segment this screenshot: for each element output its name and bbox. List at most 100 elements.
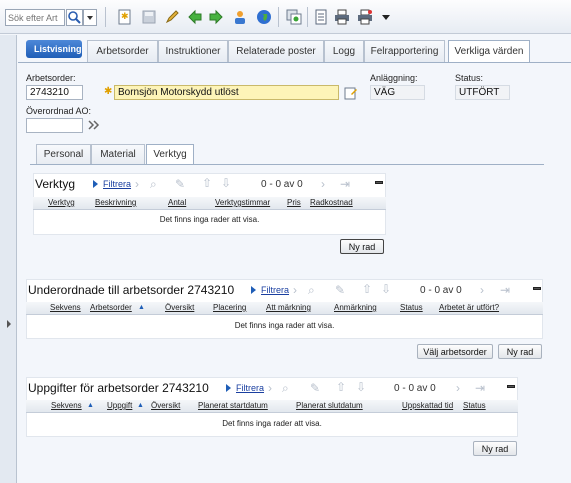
print-icon[interactable] xyxy=(334,9,350,25)
sort-ascending-icon: ▲ xyxy=(138,304,145,311)
tools-table-header: Verktyg Beskrivning Antal Verktygstimmar… xyxy=(33,197,386,210)
column-overview[interactable]: Översikt xyxy=(165,303,194,312)
column-tool[interactable]: Verktyg xyxy=(48,198,75,207)
sort-ascending-icon: ▲ xyxy=(137,402,144,409)
status-label: Status: xyxy=(455,73,484,83)
save-icon[interactable] xyxy=(141,9,157,25)
tools-new-row-button[interactable]: Ny rad xyxy=(340,239,384,254)
column-work-completed[interactable]: Arbetet är utfört? xyxy=(439,303,499,312)
globe-icon[interactable] xyxy=(256,9,272,25)
detail-menu-chevron-icon[interactable] xyxy=(88,119,100,131)
copy-icon[interactable] xyxy=(286,9,302,25)
parent-wo-label: Överordnad AO: xyxy=(26,106,92,116)
column-sequence[interactable]: Sekvens xyxy=(51,401,82,410)
column-line-cost[interactable]: Radkostnad xyxy=(310,198,353,207)
toolbar-separator xyxy=(307,7,308,27)
tasks-empty-message: Det finns inga rader att visa. xyxy=(222,419,322,428)
tools-filter-link[interactable]: Filtrera xyxy=(103,179,131,189)
search-options-dropdown[interactable] xyxy=(83,9,97,26)
tab-divider xyxy=(18,62,571,63)
tasks-filter-link[interactable]: Filtrera xyxy=(236,383,264,393)
column-quantity[interactable]: Antal xyxy=(168,198,186,207)
tab-work-order[interactable]: Arbetsorder xyxy=(87,40,158,62)
asset-label: Anläggning: xyxy=(370,73,418,83)
child-work-orders-table-header: Sekvens Arbetsorder ▲ Översikt Placering… xyxy=(26,302,543,315)
search-icon: ⌕ xyxy=(282,381,289,395)
minimize-panel-icon[interactable] xyxy=(533,287,541,290)
new-record-icon[interactable]: ✱ xyxy=(117,9,133,25)
previous-page-icon: ⇩ xyxy=(221,176,232,190)
tab-failure-reporting[interactable]: Felrapportering xyxy=(364,40,445,62)
document-icon[interactable] xyxy=(313,9,329,25)
child-work-orders-empty-message: Det finns inga rader att visa. xyxy=(234,321,335,330)
child-work-orders-new-row-button[interactable]: Ny rad xyxy=(498,344,542,359)
column-sequence[interactable]: Sekvens xyxy=(50,303,81,312)
search-icon: ⌕ xyxy=(150,177,157,191)
select-work-order-button[interactable]: Välj arbetsorder xyxy=(417,344,493,359)
tasks-title: Uppgifter för arbetsorder 2743210 xyxy=(28,381,209,395)
previous-page-icon: ⇩ xyxy=(356,380,367,394)
download-icon: ⇥ xyxy=(500,283,511,297)
column-estimated-time[interactable]: Uppskattad tid xyxy=(402,401,453,410)
assign-person-icon[interactable] xyxy=(232,9,248,25)
column-price[interactable]: Pris xyxy=(287,198,301,207)
parent-wo-field[interactable] xyxy=(26,118,83,133)
work-order-label: Arbetsorder: xyxy=(26,73,76,83)
child-work-orders-filter-link[interactable]: Filtrera xyxy=(261,285,289,295)
subtab-tools[interactable]: Verktyg xyxy=(146,144,194,165)
tab-instructions[interactable]: Instruktioner xyxy=(158,40,228,62)
download-icon: ⇥ xyxy=(475,381,486,395)
back-arrow-icon[interactable] xyxy=(187,9,203,25)
tab-log[interactable]: Logg xyxy=(324,40,364,62)
column-planned-end[interactable]: Planerat slutdatum xyxy=(296,401,363,410)
svg-text:✱: ✱ xyxy=(121,12,129,22)
collapsed-side-panel[interactable] xyxy=(0,35,17,483)
long-description-icon[interactable] xyxy=(344,86,358,100)
work-order-field[interactable]: 2743210 xyxy=(26,85,83,100)
previous-page-icon: ⇩ xyxy=(381,282,392,296)
edit-icon[interactable] xyxy=(164,9,180,25)
tab-list-view[interactable]: Listvisning xyxy=(26,40,82,58)
column-location[interactable]: Placering xyxy=(213,303,246,312)
clear-filter-icon: › xyxy=(293,283,297,297)
subtab-materials[interactable]: Material xyxy=(91,144,145,164)
column-work-order[interactable]: Arbetsorder xyxy=(90,303,132,312)
next-page-icon: › xyxy=(456,381,460,395)
first-page-icon: ⇧ xyxy=(362,282,373,296)
tasks-table-header: Sekvens ▲ Uppgift ▲ Översikt Planerat st… xyxy=(26,400,518,413)
download-icon: ⇥ xyxy=(340,177,351,191)
first-page-icon: ⇧ xyxy=(202,176,213,190)
tools-title: Verktyg xyxy=(35,177,76,191)
column-remark[interactable]: Anmärkning xyxy=(334,303,377,312)
search-icon[interactable] xyxy=(66,9,83,26)
column-task[interactable]: Uppgift xyxy=(107,401,132,410)
column-tool-hours[interactable]: Verktygstimmar xyxy=(215,198,270,207)
print-with-attachments-icon[interactable] xyxy=(357,9,373,25)
tab-related-records[interactable]: Relaterade poster xyxy=(228,40,324,62)
column-description[interactable]: Beskrivning xyxy=(95,198,136,207)
required-asterisk-icon: ✱ xyxy=(104,86,113,97)
column-status[interactable]: Status xyxy=(463,401,486,410)
edit-icon: ✎ xyxy=(335,283,346,297)
forward-arrow-icon[interactable] xyxy=(208,9,224,25)
column-planned-start[interactable]: Planerat startdatum xyxy=(198,401,268,410)
column-marking[interactable]: Att märkning xyxy=(266,303,311,312)
search-input[interactable] xyxy=(5,9,65,26)
subtab-labor[interactable]: Personal xyxy=(36,144,91,164)
clear-filter-icon: › xyxy=(268,381,272,395)
minimize-panel-icon[interactable] xyxy=(375,181,383,184)
search-icon: ⌕ xyxy=(308,283,315,297)
tasks-new-row-button[interactable]: Ny rad xyxy=(473,441,517,456)
minimize-panel-icon[interactable] xyxy=(507,385,515,388)
description-field[interactable]: Bornsjön Motorskydd utlöst xyxy=(114,85,339,100)
edit-icon: ✎ xyxy=(175,177,186,191)
more-actions-dropdown-icon[interactable] xyxy=(380,11,392,23)
expand-panel-icon[interactable] xyxy=(5,319,13,329)
filter-arrow-icon xyxy=(92,179,100,189)
tab-actuals[interactable]: Verkliga värden xyxy=(448,40,530,63)
next-page-icon: › xyxy=(480,283,484,297)
column-status[interactable]: Status xyxy=(400,303,423,312)
first-page-icon: ⇧ xyxy=(336,380,347,394)
next-page-icon: › xyxy=(321,177,325,191)
column-overview[interactable]: Översikt xyxy=(151,401,180,410)
